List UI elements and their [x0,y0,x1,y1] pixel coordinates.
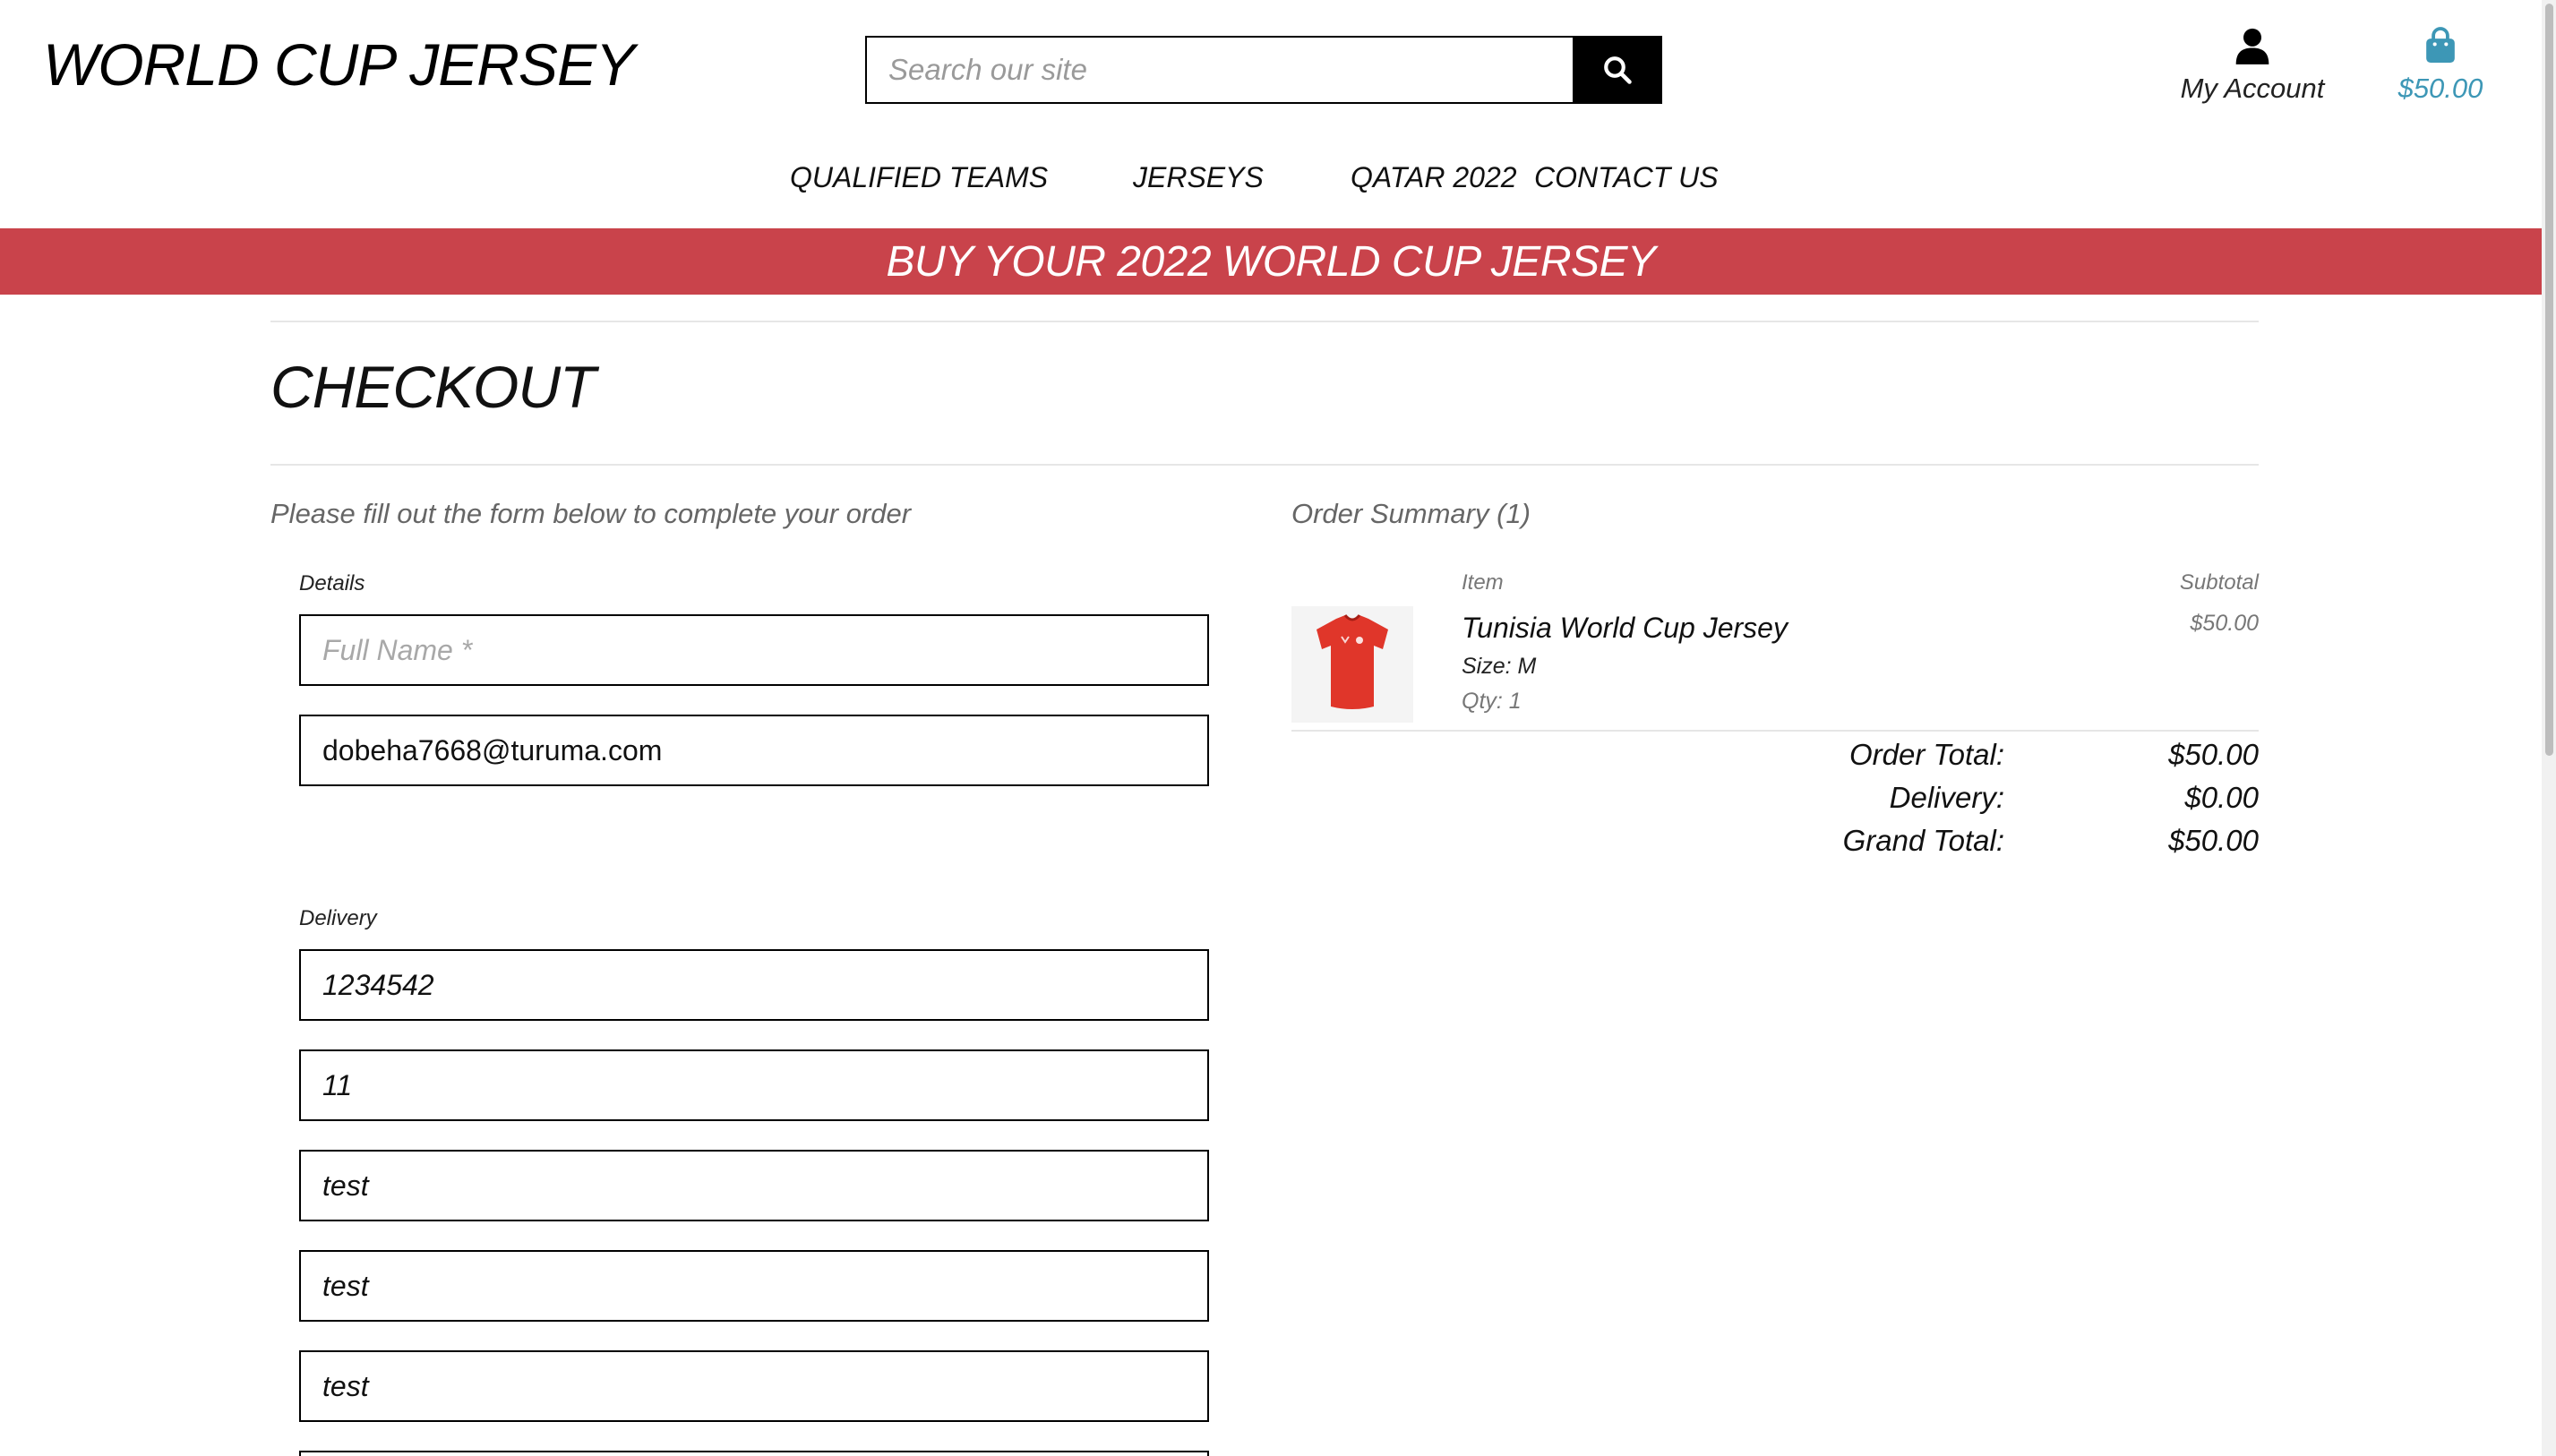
shopping-bag-icon [2426,27,2455,63]
order-total-label: Order Total: [1848,738,2004,771]
full-name-field[interactable] [299,614,1209,686]
grand-total-label: Grand Total: [1842,824,2004,857]
order-total-value: $50.00 [2168,738,2259,771]
nav-qatar-2022[interactable]: QATAR 2022 [1351,161,1517,194]
town-city-field[interactable] [299,1150,1209,1221]
site-logo[interactable]: WORLD CUP JERSEY [43,30,635,98]
postcode-field[interactable] [299,1049,1209,1121]
divider [1291,730,2259,732]
cart-link[interactable]: $50.00 [2382,27,2499,105]
jersey-icon [1317,614,1388,709]
phone-number-field[interactable] [299,949,1209,1021]
delivery-cost-label: Delivery: [1889,781,2004,814]
divider [270,464,2259,466]
search-button[interactable] [1573,36,1662,104]
cart-total: $50.00 [2397,73,2483,104]
nav-contact-us[interactable]: CONTACT US [1534,161,1719,194]
item-subtotal: $50.00 [2190,611,2259,636]
details-label: Details [299,571,365,595]
item-size: Size: M [1462,654,1537,679]
item-quantity: Qty: 1 [1462,689,1522,714]
order-summary-heading: Order Summary (1) [1291,498,1531,529]
product-image[interactable] [1291,606,1413,723]
my-account-link[interactable]: My Account [2158,27,2346,105]
divider [270,321,2259,322]
street-address-1-field[interactable] [299,1250,1209,1322]
search-icon [1604,56,1632,84]
checkout-instructions: Please fill out the form below to comple… [270,498,912,529]
item-column-header: Item [1462,570,1504,595]
street-address-2-field[interactable] [299,1350,1209,1422]
nav-jerseys[interactable]: JERSEYS [1133,161,1264,194]
item-name[interactable]: Tunisia World Cup Jersey [1462,612,1788,645]
nav-qualified-teams[interactable]: QUALIFIED TEAMS [790,161,1048,194]
promo-banner: BUY YOUR 2022 WORLD CUP JERSEY [0,228,2542,295]
subtotal-column-header: Subtotal [2179,570,2259,595]
scrollbar-thumb[interactable] [2545,4,2553,756]
search-bar [865,36,1662,104]
next-field-partial[interactable] [299,1451,1209,1456]
search-input[interactable] [865,36,1573,104]
promo-banner-text: BUY YOUR 2022 WORLD CUP JERSEY [886,237,1656,286]
page-title: CHECKOUT [270,354,596,420]
delivery-label: Delivery [299,906,377,930]
email-field[interactable] [299,715,1209,786]
grand-total-value: $50.00 [2168,824,2259,857]
delivery-cost-value: $0.00 [2184,781,2259,814]
my-account-label: My Account [2180,73,2325,104]
user-icon [2235,28,2269,64]
